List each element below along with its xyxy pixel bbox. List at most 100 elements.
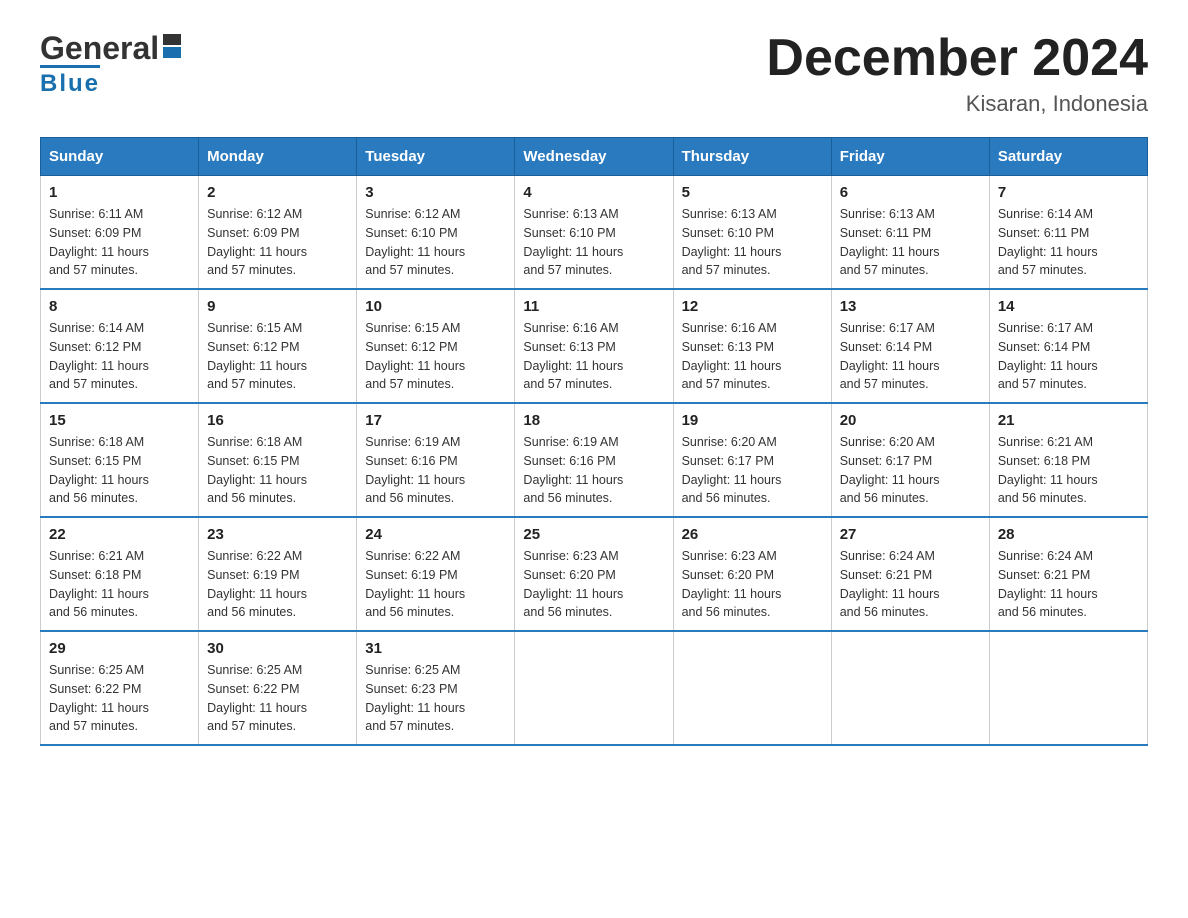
day-info: Sunrise: 6:18 AMSunset: 6:15 PMDaylight:… xyxy=(207,435,307,505)
day-info: Sunrise: 6:12 AMSunset: 6:10 PMDaylight:… xyxy=(365,207,465,277)
logo-blue-text: Blue xyxy=(40,70,100,97)
calendar-week-row: 15 Sunrise: 6:18 AMSunset: 6:15 PMDaylig… xyxy=(41,403,1148,517)
calendar-day-cell: 16 Sunrise: 6:18 AMSunset: 6:15 PMDaylig… xyxy=(199,403,357,517)
calendar-day-cell: 23 Sunrise: 6:22 AMSunset: 6:19 PMDaylig… xyxy=(199,517,357,631)
day-number: 20 xyxy=(840,412,981,429)
day-number: 29 xyxy=(49,640,190,657)
day-info: Sunrise: 6:15 AMSunset: 6:12 PMDaylight:… xyxy=(207,321,307,391)
day-number: 18 xyxy=(523,412,664,429)
calendar-subtitle: Kisaran, Indonesia xyxy=(766,91,1148,117)
calendar-table: SundayMondayTuesdayWednesdayThursdayFrid… xyxy=(40,137,1148,746)
day-number: 13 xyxy=(840,298,981,315)
calendar-day-header: Monday xyxy=(199,138,357,176)
calendar-day-cell: 27 Sunrise: 6:24 AMSunset: 6:21 PMDaylig… xyxy=(831,517,989,631)
day-info: Sunrise: 6:13 AMSunset: 6:10 PMDaylight:… xyxy=(523,207,623,277)
day-number: 10 xyxy=(365,298,506,315)
calendar-day-cell: 3 Sunrise: 6:12 AMSunset: 6:10 PMDayligh… xyxy=(357,176,515,290)
calendar-day-cell: 19 Sunrise: 6:20 AMSunset: 6:17 PMDaylig… xyxy=(673,403,831,517)
day-info: Sunrise: 6:24 AMSunset: 6:21 PMDaylight:… xyxy=(840,549,940,619)
calendar-day-cell: 26 Sunrise: 6:23 AMSunset: 6:20 PMDaylig… xyxy=(673,517,831,631)
day-info: Sunrise: 6:23 AMSunset: 6:20 PMDaylight:… xyxy=(523,549,623,619)
day-info: Sunrise: 6:25 AMSunset: 6:22 PMDaylight:… xyxy=(207,663,307,733)
day-number: 2 xyxy=(207,184,348,201)
day-info: Sunrise: 6:11 AMSunset: 6:09 PMDaylight:… xyxy=(49,207,149,277)
day-info: Sunrise: 6:19 AMSunset: 6:16 PMDaylight:… xyxy=(365,435,465,505)
day-number: 24 xyxy=(365,526,506,543)
logo-general-text: General xyxy=(40,30,159,67)
day-info: Sunrise: 6:22 AMSunset: 6:19 PMDaylight:… xyxy=(207,549,307,619)
day-info: Sunrise: 6:24 AMSunset: 6:21 PMDaylight:… xyxy=(998,549,1098,619)
day-number: 31 xyxy=(365,640,506,657)
calendar-day-cell: 29 Sunrise: 6:25 AMSunset: 6:22 PMDaylig… xyxy=(41,631,199,745)
logo-flag-icon xyxy=(163,34,181,58)
calendar-day-header: Tuesday xyxy=(357,138,515,176)
day-info: Sunrise: 6:17 AMSunset: 6:14 PMDaylight:… xyxy=(840,321,940,391)
page-header: General Blue December 2024 Kisaran, Indo… xyxy=(40,30,1148,117)
calendar-day-cell: 12 Sunrise: 6:16 AMSunset: 6:13 PMDaylig… xyxy=(673,289,831,403)
day-number: 22 xyxy=(49,526,190,543)
calendar-day-cell: 30 Sunrise: 6:25 AMSunset: 6:22 PMDaylig… xyxy=(199,631,357,745)
day-info: Sunrise: 6:14 AMSunset: 6:11 PMDaylight:… xyxy=(998,207,1098,277)
calendar-day-cell: 25 Sunrise: 6:23 AMSunset: 6:20 PMDaylig… xyxy=(515,517,673,631)
calendar-day-cell: 15 Sunrise: 6:18 AMSunset: 6:15 PMDaylig… xyxy=(41,403,199,517)
calendar-day-cell: 4 Sunrise: 6:13 AMSunset: 6:10 PMDayligh… xyxy=(515,176,673,290)
day-info: Sunrise: 6:21 AMSunset: 6:18 PMDaylight:… xyxy=(49,549,149,619)
calendar-day-cell: 22 Sunrise: 6:21 AMSunset: 6:18 PMDaylig… xyxy=(41,517,199,631)
day-info: Sunrise: 6:13 AMSunset: 6:11 PMDaylight:… xyxy=(840,207,940,277)
calendar-day-cell: 2 Sunrise: 6:12 AMSunset: 6:09 PMDayligh… xyxy=(199,176,357,290)
day-info: Sunrise: 6:17 AMSunset: 6:14 PMDaylight:… xyxy=(998,321,1098,391)
day-info: Sunrise: 6:15 AMSunset: 6:12 PMDaylight:… xyxy=(365,321,465,391)
calendar-day-cell: 31 Sunrise: 6:25 AMSunset: 6:23 PMDaylig… xyxy=(357,631,515,745)
calendar-day-header: Wednesday xyxy=(515,138,673,176)
day-number: 17 xyxy=(365,412,506,429)
calendar-day-header: Sunday xyxy=(41,138,199,176)
day-info: Sunrise: 6:18 AMSunset: 6:15 PMDaylight:… xyxy=(49,435,149,505)
day-number: 16 xyxy=(207,412,348,429)
calendar-day-cell xyxy=(673,631,831,745)
calendar-day-cell: 21 Sunrise: 6:21 AMSunset: 6:18 PMDaylig… xyxy=(989,403,1147,517)
day-number: 19 xyxy=(682,412,823,429)
day-info: Sunrise: 6:23 AMSunset: 6:20 PMDaylight:… xyxy=(682,549,782,619)
calendar-day-cell: 5 Sunrise: 6:13 AMSunset: 6:10 PMDayligh… xyxy=(673,176,831,290)
calendar-week-row: 1 Sunrise: 6:11 AMSunset: 6:09 PMDayligh… xyxy=(41,176,1148,290)
day-info: Sunrise: 6:22 AMSunset: 6:19 PMDaylight:… xyxy=(365,549,465,619)
logo: General Blue xyxy=(40,30,181,98)
day-number: 3 xyxy=(365,184,506,201)
day-number: 9 xyxy=(207,298,348,315)
day-number: 27 xyxy=(840,526,981,543)
day-info: Sunrise: 6:25 AMSunset: 6:23 PMDaylight:… xyxy=(365,663,465,733)
calendar-day-cell: 7 Sunrise: 6:14 AMSunset: 6:11 PMDayligh… xyxy=(989,176,1147,290)
day-number: 14 xyxy=(998,298,1139,315)
calendar-day-cell: 28 Sunrise: 6:24 AMSunset: 6:21 PMDaylig… xyxy=(989,517,1147,631)
calendar-day-cell: 11 Sunrise: 6:16 AMSunset: 6:13 PMDaylig… xyxy=(515,289,673,403)
calendar-day-cell: 10 Sunrise: 6:15 AMSunset: 6:12 PMDaylig… xyxy=(357,289,515,403)
calendar-day-cell: 9 Sunrise: 6:15 AMSunset: 6:12 PMDayligh… xyxy=(199,289,357,403)
day-number: 21 xyxy=(998,412,1139,429)
calendar-day-cell: 13 Sunrise: 6:17 AMSunset: 6:14 PMDaylig… xyxy=(831,289,989,403)
day-info: Sunrise: 6:19 AMSunset: 6:16 PMDaylight:… xyxy=(523,435,623,505)
calendar-day-cell: 20 Sunrise: 6:20 AMSunset: 6:17 PMDaylig… xyxy=(831,403,989,517)
day-info: Sunrise: 6:16 AMSunset: 6:13 PMDaylight:… xyxy=(523,321,623,391)
day-number: 7 xyxy=(998,184,1139,201)
calendar-week-row: 22 Sunrise: 6:21 AMSunset: 6:18 PMDaylig… xyxy=(41,517,1148,631)
calendar-title: December 2024 xyxy=(766,30,1148,87)
day-info: Sunrise: 6:12 AMSunset: 6:09 PMDaylight:… xyxy=(207,207,307,277)
day-number: 28 xyxy=(998,526,1139,543)
calendar-day-cell: 8 Sunrise: 6:14 AMSunset: 6:12 PMDayligh… xyxy=(41,289,199,403)
day-info: Sunrise: 6:21 AMSunset: 6:18 PMDaylight:… xyxy=(998,435,1098,505)
calendar-day-cell: 17 Sunrise: 6:19 AMSunset: 6:16 PMDaylig… xyxy=(357,403,515,517)
day-number: 26 xyxy=(682,526,823,543)
calendar-day-cell: 1 Sunrise: 6:11 AMSunset: 6:09 PMDayligh… xyxy=(41,176,199,290)
calendar-header-row: SundayMondayTuesdayWednesdayThursdayFrid… xyxy=(41,138,1148,176)
calendar-day-cell xyxy=(989,631,1147,745)
day-info: Sunrise: 6:20 AMSunset: 6:17 PMDaylight:… xyxy=(840,435,940,505)
day-number: 23 xyxy=(207,526,348,543)
day-number: 1 xyxy=(49,184,190,201)
calendar-week-row: 29 Sunrise: 6:25 AMSunset: 6:22 PMDaylig… xyxy=(41,631,1148,745)
day-number: 4 xyxy=(523,184,664,201)
calendar-day-cell xyxy=(515,631,673,745)
calendar-day-cell: 6 Sunrise: 6:13 AMSunset: 6:11 PMDayligh… xyxy=(831,176,989,290)
calendar-day-cell: 24 Sunrise: 6:22 AMSunset: 6:19 PMDaylig… xyxy=(357,517,515,631)
day-number: 12 xyxy=(682,298,823,315)
calendar-day-header: Friday xyxy=(831,138,989,176)
